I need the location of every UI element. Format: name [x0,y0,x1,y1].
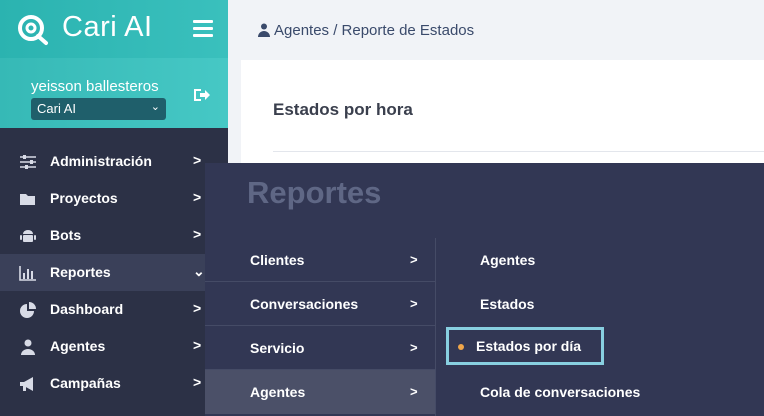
folder-icon [20,194,35,205]
sidebar-item-bots[interactable]: Bots > [0,217,228,254]
subitem-estados-por-dia[interactable]: Estados por día [436,326,764,370]
organization-select-value: Cari AI [37,101,77,116]
highlight-box: Estados por día [446,327,604,365]
category-servicio[interactable]: Servicio > [205,326,435,370]
chevron-right-icon: > [193,300,202,316]
mega-menu-title: Reportes [247,175,382,210]
sidebar-item-reportes[interactable]: Reportes ⌄ [0,254,228,291]
sidebar-item-agentes[interactable]: Agentes > [0,328,228,365]
logout-icon[interactable] [193,87,211,103]
content-card: Estados por hora [241,60,764,170]
chevron-right-icon: > [193,152,202,168]
subitem-label: Estados por día [476,338,582,354]
category-agentes[interactable]: Agentes > [205,370,435,414]
report-categories: Clientes > Conversaciones > Servicio > A… [205,238,435,414]
subitem-label: Agentes [480,252,536,268]
reports-mega-menu: Reportes Clientes > Conversaciones > Ser… [205,163,764,416]
category-clientes[interactable]: Clientes > [205,238,435,282]
chevron-right-icon: > [410,252,418,267]
chevron-right-icon: > [193,337,202,353]
android-icon [20,230,36,242]
chevron-right-icon: > [193,374,202,390]
chevron-right-icon: > [410,296,418,311]
chevron-down-icon: ⌄ [193,263,205,279]
chevron-right-icon: > [410,384,418,399]
sidebar-item-proyectos[interactable]: Proyectos > [0,180,228,217]
sidebar-item-dashboard[interactable]: Dashboard > [0,291,228,328]
subitem-estados[interactable]: Estados [436,282,764,326]
bar-chart-icon [19,266,36,281]
category-label: Agentes [250,384,306,400]
user-name: yeisson ballesteros [31,78,159,95]
chevron-right-icon: > [410,340,418,355]
bullet-dot-icon [458,344,464,350]
category-conversaciones[interactable]: Conversaciones > [205,282,435,326]
chevron-right-icon: > [193,226,202,242]
cari-logo-icon [18,15,48,45]
topbar: Agentes / Reporte de Estados [228,0,764,60]
sidebar-item-administracion[interactable]: Administración > [0,143,228,180]
subitem-cola-de-conversaciones[interactable]: Cola de conversaciones [436,370,764,414]
category-label: Servicio [250,340,305,356]
hamburger-menu-icon[interactable] [193,20,213,38]
sidebar-item-label: Bots [50,227,82,243]
sidebar: Cari AI yeisson ballesteros Cari AI ⌄ Ad… [0,0,228,416]
subitem-label: Cola de conversaciones [480,384,641,400]
sidebar-item-label: Campañas [50,375,121,391]
user-icon [258,23,270,37]
sliders-icon [20,155,36,169]
sidebar-item-label: Reportes [50,264,111,280]
category-label: Conversaciones [250,296,359,312]
sidebar-item-label: Proyectos [50,190,118,206]
brand-header: Cari AI [0,0,228,58]
brand-name: Cari AI [62,11,153,43]
user-icon [21,339,35,355]
sidebar-menu: Administración > Proyectos > Bots > Repo… [0,143,228,402]
breadcrumb-text: Agentes / Reporte de Estados [274,22,475,39]
chevron-down-icon: ⌄ [150,101,160,113]
sidebar-item-label: Agentes [50,338,106,354]
megaphone-icon [20,377,33,391]
divider [273,151,764,152]
sidebar-item-label: Administración [50,153,152,169]
breadcrumb: Agentes / Reporte de Estados [258,22,474,39]
subitem-label: Estados [480,296,535,312]
pie-chart-icon [20,302,36,318]
chevron-right-icon: > [193,189,202,205]
sidebar-item-label: Dashboard [50,301,124,317]
card-title: Estados por hora [273,100,413,119]
sidebar-item-campanas[interactable]: Campañas > [0,365,228,402]
category-label: Clientes [250,252,305,268]
subitem-agentes[interactable]: Agentes [436,238,764,282]
report-subitems: Agentes Estados Estados por día Cola de … [436,238,764,414]
organization-select[interactable]: Cari AI ⌄ [31,98,166,120]
